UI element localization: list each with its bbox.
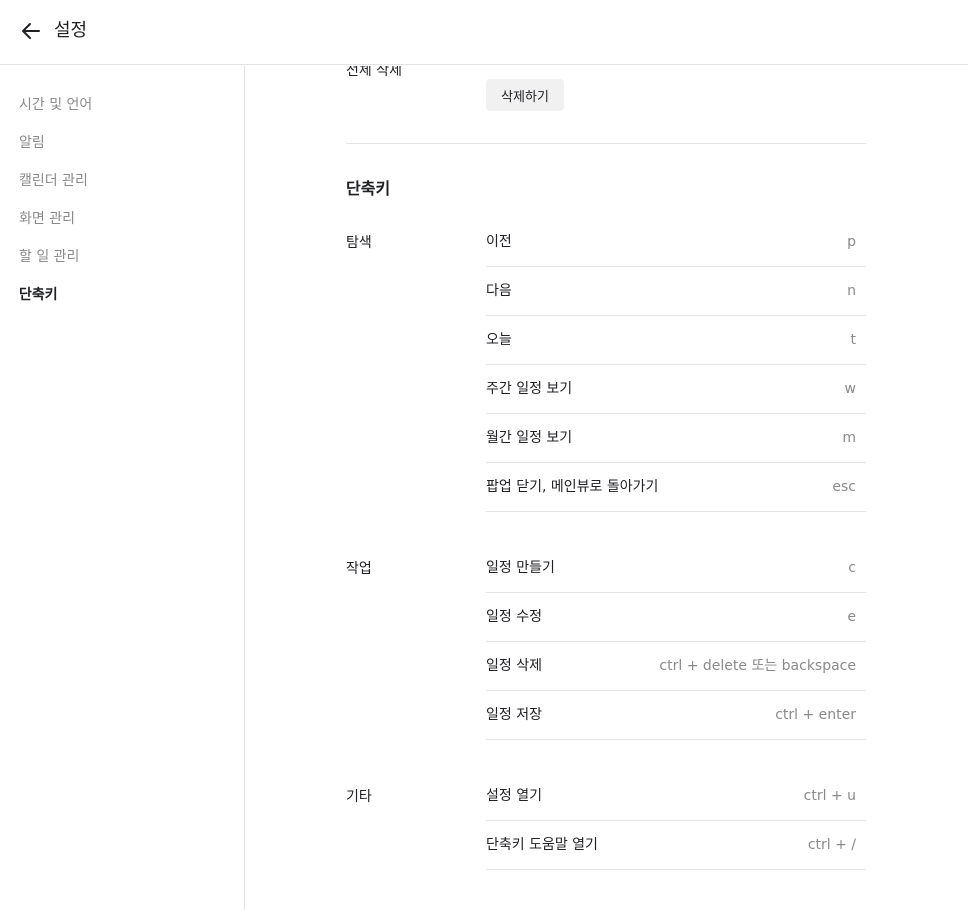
shortcut-action: 월간 일정 보기 — [486, 430, 573, 446]
settings-content: 전체 삭제 삭제하기 단축키 탐색 이전 p 다음 n 오늘 t 주간 일정 보… — [246, 66, 968, 910]
shortcut-action: 일정 수정 — [486, 609, 542, 625]
sidebar: 시간 및 언어 알림 캘린더 관리 화면 관리 할 일 관리 단축키 — [0, 66, 245, 910]
shortcut-row: 오늘 t — [486, 316, 866, 365]
shortcut-row: 이전 p — [486, 218, 866, 267]
shortcut-key: t — [850, 332, 857, 348]
shortcut-key: n — [847, 283, 856, 299]
shortcut-action: 다음 — [486, 283, 512, 299]
shortcut-row: 다음 n — [486, 267, 866, 316]
shortcut-key: ctrl + u — [803, 788, 856, 804]
page-title: 설정 — [54, 20, 88, 41]
shortcut-key: ctrl + enter — [775, 707, 856, 723]
shortcut-key: w — [844, 381, 856, 397]
shortcut-action: 일정 삭제 — [486, 658, 542, 674]
sidebar-item-notifications[interactable]: 알림 — [19, 133, 45, 153]
shortcut-group-other-label: 기타 — [346, 789, 372, 805]
shortcut-key: esc — [832, 479, 856, 495]
shortcut-action: 설정 열기 — [486, 788, 542, 804]
sidebar-item-time-language[interactable]: 시간 및 언어 — [19, 95, 92, 115]
shortcut-key: ctrl + delete 또는 backspace — [659, 658, 856, 674]
shortcut-row: 단축키 도움말 열기 ctrl + / — [486, 821, 866, 870]
sidebar-item-shortcuts[interactable]: 단축키 — [19, 285, 58, 305]
shortcut-action: 단축키 도움말 열기 — [486, 837, 598, 853]
shortcut-key: ctrl + / — [807, 837, 856, 853]
shortcut-action: 주간 일정 보기 — [486, 381, 573, 397]
shortcut-row: 주간 일정 보기 w — [486, 365, 866, 414]
back-button[interactable] — [18, 18, 44, 44]
shortcut-row: 일정 저장 ctrl + enter — [486, 691, 866, 740]
shortcut-row: 팝업 닫기, 메인뷰로 돌아가기 esc — [486, 463, 866, 512]
shortcut-row: 일정 수정 e — [486, 593, 866, 642]
shortcut-key: c — [848, 560, 856, 576]
header: 설정 — [0, 0, 968, 65]
sidebar-item-display-management[interactable]: 화면 관리 — [19, 209, 75, 229]
arrow-left-icon — [22, 23, 40, 39]
delete-all-button[interactable]: 삭제하기 — [486, 79, 564, 111]
section-divider — [346, 143, 866, 144]
sidebar-item-calendar-management[interactable]: 캘린더 관리 — [19, 171, 88, 191]
shortcut-row: 일정 만들기 c — [486, 544, 866, 593]
shortcut-group-navigation-label: 탐색 — [346, 235, 372, 251]
shortcut-key: m — [842, 430, 856, 446]
delete-all-label: 전체 삭제 — [346, 66, 402, 79]
shortcuts-section-title: 단축키 — [346, 179, 391, 198]
shortcut-group-actions-label: 작업 — [346, 561, 372, 577]
shortcut-action: 일정 만들기 — [486, 560, 555, 576]
sidebar-item-todo-management[interactable]: 할 일 관리 — [19, 247, 79, 267]
shortcut-row: 일정 삭제 ctrl + delete 또는 backspace — [486, 642, 866, 691]
shortcut-action: 오늘 — [486, 332, 512, 348]
shortcut-action: 일정 저장 — [486, 707, 542, 723]
shortcut-key: e — [847, 609, 856, 625]
shortcut-row: 설정 열기 ctrl + u — [486, 772, 866, 821]
shortcut-action: 팝업 닫기, 메인뷰로 돌아가기 — [486, 479, 659, 495]
shortcut-row: 월간 일정 보기 m — [486, 414, 866, 463]
shortcut-key: p — [847, 234, 856, 250]
shortcut-action: 이전 — [486, 234, 512, 250]
